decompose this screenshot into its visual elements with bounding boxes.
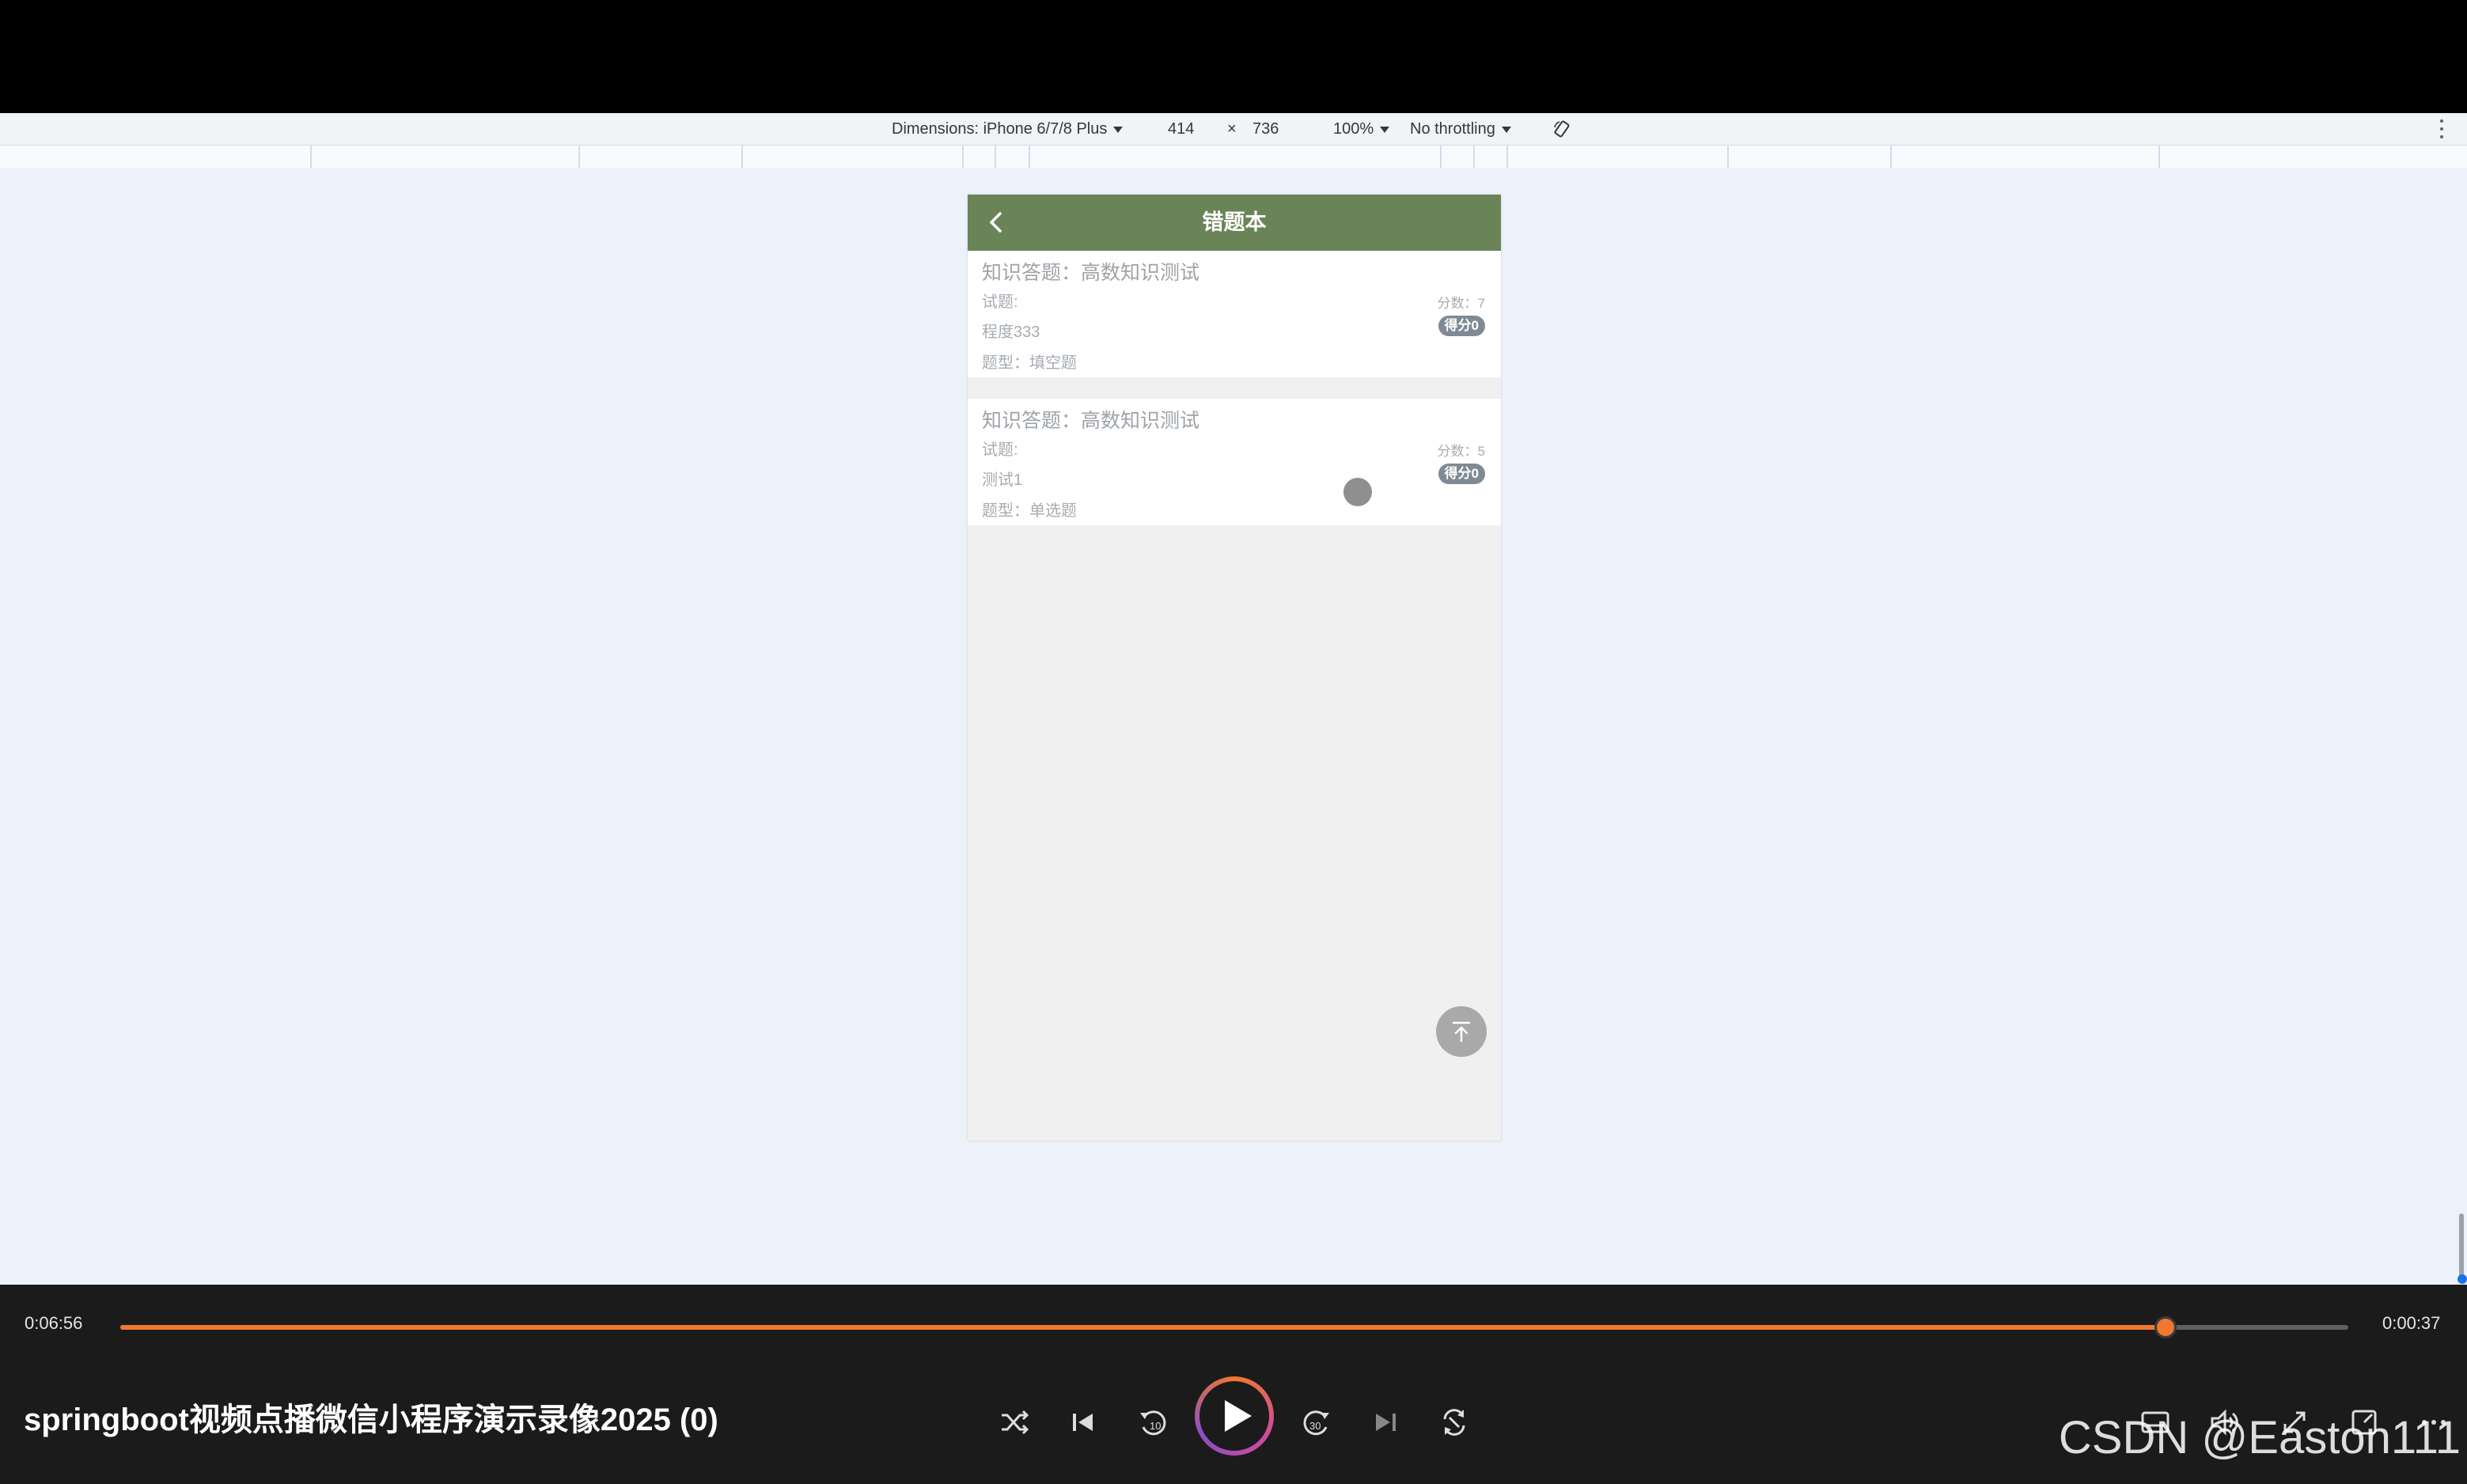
- rewind-10-icon[interactable]: 10: [1134, 1403, 1172, 1441]
- shuffle-icon[interactable]: [995, 1403, 1033, 1441]
- caret-down-icon: [1380, 126, 1390, 133]
- dimensions-dropdown[interactable]: Dimensions: iPhone 6/7/8 Plus: [892, 113, 1124, 145]
- seek-handle[interactable]: [2154, 1316, 2177, 1338]
- score-text: 分数：5: [1437, 444, 1485, 459]
- question-text: 测试1: [982, 471, 1023, 489]
- card-title: 知识答题：高数知识测试: [982, 410, 1200, 432]
- touch-cursor: [1343, 478, 1372, 506]
- seek-progress: [120, 1325, 2166, 1330]
- play-button[interactable]: [1195, 1376, 1274, 1456]
- throttling-dropdown[interactable]: No throttling: [1410, 113, 1511, 145]
- black-top-bar: [0, 0, 2467, 113]
- device-toolbar: Dimensions: iPhone 6/7/8 Plus 414 × 736 …: [0, 113, 2467, 146]
- previous-icon[interactable]: [1064, 1403, 1102, 1441]
- question-label: 试题:: [982, 293, 1018, 311]
- more-options-icon[interactable]: [2439, 119, 2445, 138]
- svg-text:10: 10: [1150, 1420, 1161, 1432]
- elapsed-time: 0:06:56: [25, 1313, 83, 1333]
- rotate-icon[interactable]: [1552, 119, 1571, 138]
- status-badge: 得分0: [1438, 464, 1485, 484]
- back-to-top-button[interactable]: [1436, 1006, 1487, 1057]
- repeat-icon[interactable]: [1435, 1403, 1473, 1441]
- watermark: CSDN @Easton111: [2058, 1412, 2461, 1463]
- scrollbar-handle[interactable]: [2458, 1274, 2467, 1284]
- play-icon: [1225, 1400, 1252, 1432]
- caret-down-icon: [1501, 126, 1511, 133]
- forward-30-icon[interactable]: 30: [1298, 1403, 1336, 1441]
- svg-text:30: 30: [1309, 1420, 1321, 1432]
- width-input[interactable]: 414: [1168, 113, 1194, 145]
- score-text: 分数：7: [1437, 296, 1485, 311]
- height-input[interactable]: 736: [1252, 113, 1279, 145]
- throttling-label: No throttling: [1410, 120, 1495, 138]
- list-item[interactable]: 知识答题：高数知识测试 试题: 程度333 题型：填空题 分数：7 得分0: [968, 251, 1501, 377]
- media-title: springboot视频点播微信小程序演示录像2025 (0): [24, 1403, 718, 1437]
- question-type: 题型：单选题: [982, 502, 1077, 520]
- question-text: 程度333: [982, 324, 1040, 341]
- media-player: 0:06:56 0:00:37 springboot视频点播微信小程序演示录像2…: [0, 1285, 2467, 1484]
- times-sign: ×: [1227, 120, 1237, 138]
- page-title: 错题本: [1202, 210, 1267, 234]
- zoom-dropdown[interactable]: 100%: [1333, 113, 1390, 145]
- card-title: 知识答题：高数知识测试: [982, 262, 1200, 284]
- scrollbar[interactable]: [2459, 1213, 2464, 1283]
- question-label: 试题:: [982, 441, 1018, 459]
- phone-viewport: 错题本 知识答题：高数知识测试 试题: 程度333 题型：填空题 分数：7 得分…: [968, 195, 1501, 1141]
- question-type: 题型：填空题: [982, 354, 1077, 372]
- dimensions-label: Dimensions: iPhone 6/7/8 Plus: [892, 120, 1108, 138]
- media-query-ruler: [0, 146, 2467, 168]
- zoom-label: 100%: [1333, 120, 1374, 138]
- seek-bar[interactable]: [120, 1316, 2348, 1338]
- next-icon[interactable]: [1366, 1403, 1404, 1441]
- status-badge: 得分0: [1438, 316, 1485, 336]
- list-item[interactable]: 知识答题：高数知识测试 试题: 测试1 题型：单选题 分数：5 得分0: [968, 399, 1501, 525]
- caret-down-icon: [1113, 126, 1124, 133]
- nav-bar: 错题本: [968, 195, 1501, 251]
- remaining-time: 0:00:37: [2382, 1313, 2441, 1333]
- arrow-up-icon: [1452, 1021, 1471, 1043]
